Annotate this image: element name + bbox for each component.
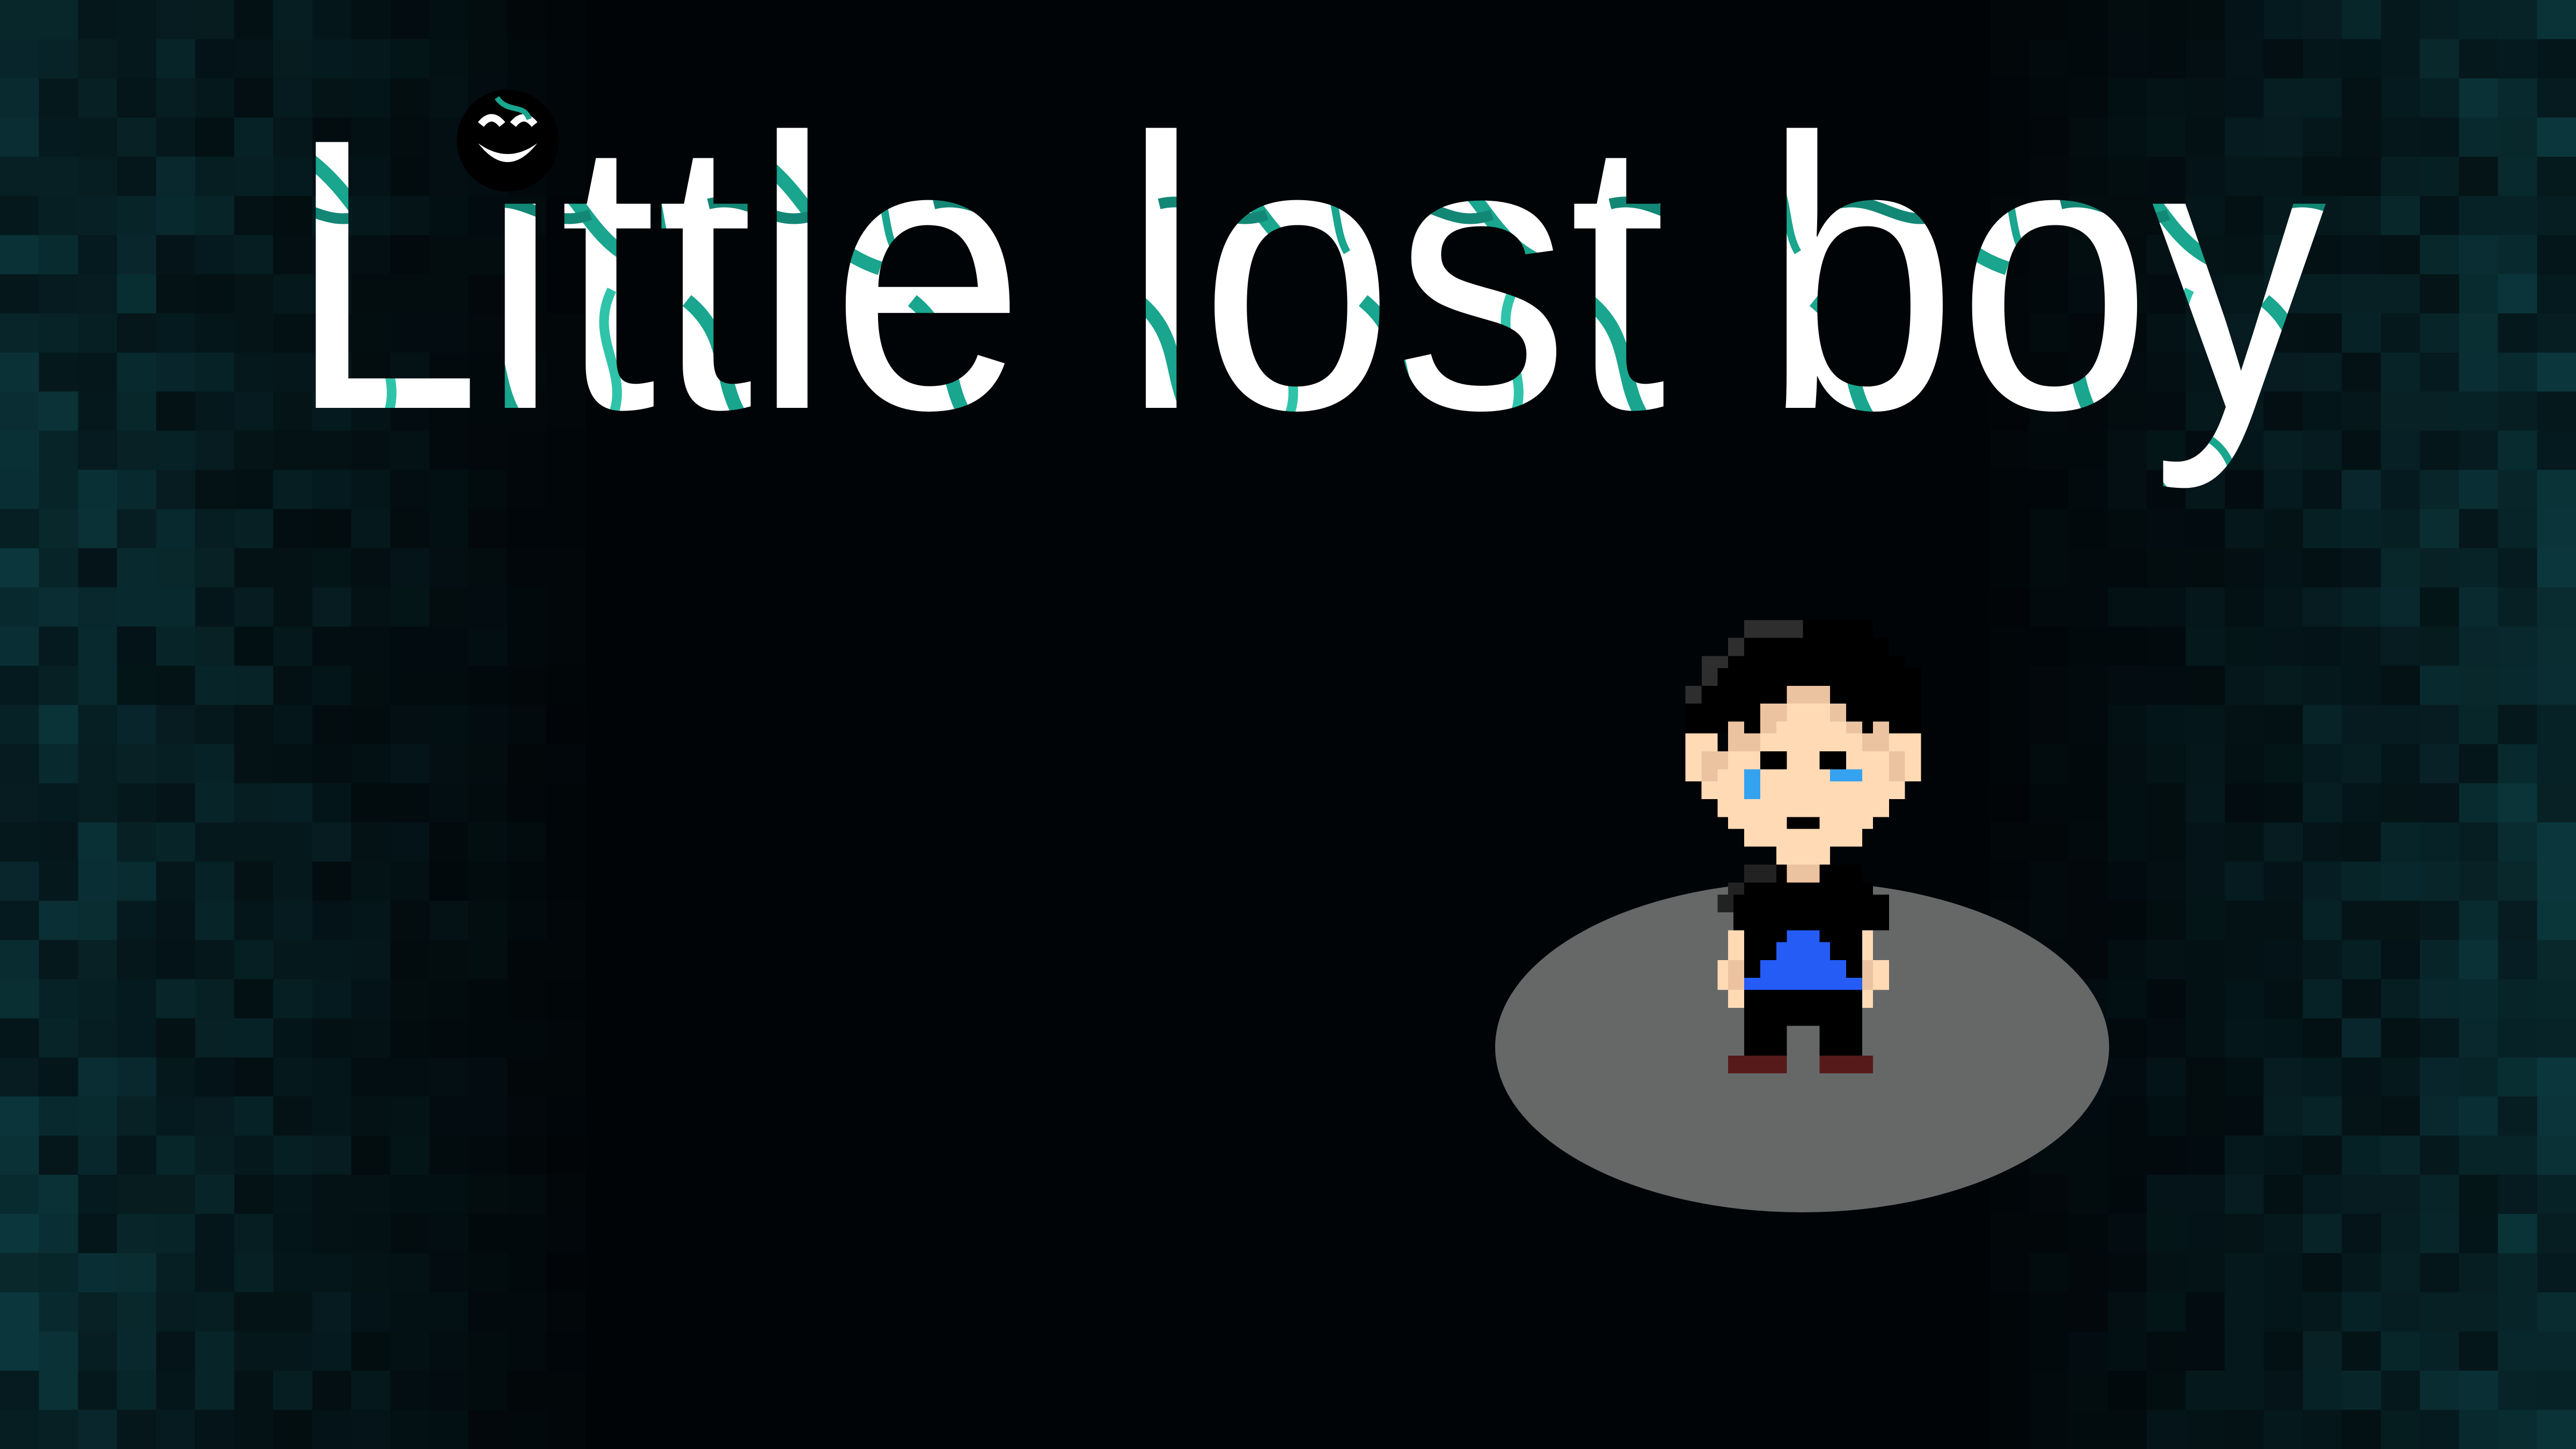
sprite-pixel	[1744, 769, 1760, 800]
sprite-pixel	[1728, 733, 1760, 751]
sprite-pixel	[1905, 751, 1921, 781]
sprite-pixel	[1728, 930, 1744, 960]
sprite-pixel	[1889, 751, 1905, 781]
sprite-pixel	[1744, 978, 1863, 990]
sprite-pixel	[1760, 751, 1787, 770]
sprite-pixel	[1862, 930, 1873, 960]
sprite-pixel	[1787, 864, 1820, 883]
sprite-pixel	[1830, 704, 1847, 722]
sprite-pixel	[1728, 638, 1744, 656]
sprite-pixel	[1819, 1055, 1873, 1073]
sprite-pixel	[1787, 704, 1831, 722]
sprite-pixel	[1717, 799, 1889, 817]
sprite-pixel	[1787, 930, 1820, 942]
sprite-pixel	[1685, 703, 1702, 734]
sprite-pixel	[1717, 769, 1889, 781]
sprite-pixel	[1728, 638, 1889, 656]
sprite-pixel	[1728, 1055, 1787, 1073]
sprite-pixel	[1830, 769, 1863, 781]
sprite-pixel	[1717, 960, 1729, 990]
sprite-pixel	[1744, 1026, 1787, 1056]
sprite-pixel	[1862, 733, 1889, 751]
sprite-pixel	[1872, 721, 1889, 734]
sprite-pixel	[1744, 990, 1863, 1026]
sprite-pixel	[1819, 751, 1847, 770]
sprite-pixel	[1733, 895, 1889, 931]
sprite-pixel	[1760, 733, 1863, 751]
sprite-pixel	[1728, 882, 1744, 895]
sprite-pixel	[1701, 656, 1729, 668]
sprite-pixel	[1787, 751, 1820, 770]
sprite-pixel	[1846, 751, 1889, 770]
sprite-pixel	[1685, 685, 1702, 704]
sprite-pixel	[1862, 960, 1873, 990]
sprite-pixel	[1760, 704, 1787, 722]
sprite-pixel	[1819, 1026, 1863, 1056]
sprite-pixel	[1787, 685, 1831, 704]
sprite-pixel	[1819, 864, 1863, 883]
sprite-pixel	[1728, 990, 1744, 1008]
game-title-logo: Little lost boy	[287, 58, 2326, 493]
sprite-pixel	[1787, 817, 1820, 829]
sprite-pixel	[1776, 721, 1847, 734]
sprite-pixel	[1728, 751, 1760, 770]
grinning-face-emblem-icon	[457, 90, 559, 192]
sprite-pixel	[1717, 656, 1905, 668]
sprite-pixel	[1701, 781, 1905, 800]
sprite-pixel	[1728, 960, 1744, 990]
sprite-pixel	[1685, 751, 1702, 781]
sprite-pixel	[1744, 882, 1873, 895]
game-title: Little lost boy	[287, 58, 2326, 493]
crying-boy-sprite	[1685, 620, 1922, 1073]
sprite-pixel	[1776, 942, 1831, 960]
sprite-pixel	[1685, 733, 1718, 751]
sprite-pixel	[1776, 846, 1831, 865]
sprite-pixel	[1846, 721, 1863, 734]
sprite-pixel	[1889, 733, 1921, 751]
title-screen: Little lost boy	[0, 0, 2576, 1449]
sprite-pixel	[1701, 668, 1718, 686]
sprite-pixel	[1862, 990, 1873, 1008]
sprite-pixel	[1872, 960, 1889, 990]
sprite-pixel	[1776, 864, 1787, 883]
sprite-pixel	[1744, 620, 1803, 638]
sprite-pixel	[1744, 864, 1776, 883]
sprite-pixel	[1760, 721, 1776, 734]
sprite-pixel	[1760, 960, 1847, 978]
sprite-pixel	[1728, 721, 1744, 734]
sprite-pixel	[1717, 895, 1734, 913]
sprite-pixel	[1744, 829, 1863, 847]
